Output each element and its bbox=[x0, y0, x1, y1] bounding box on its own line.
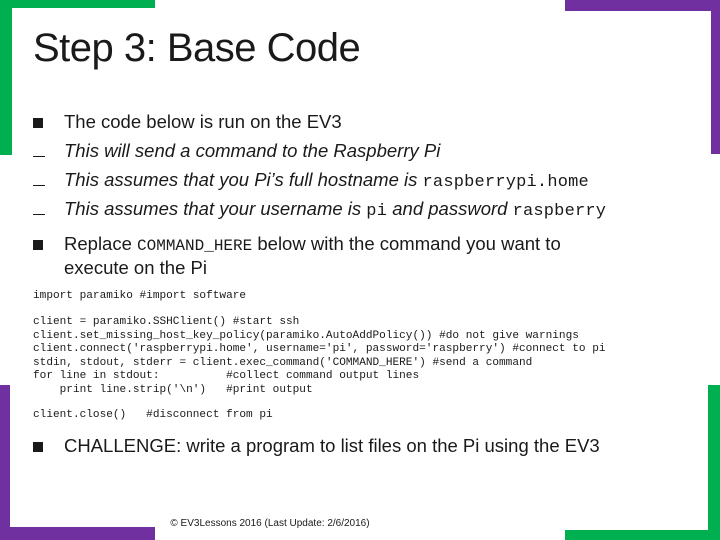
slide-title: Step 3: Base Code bbox=[33, 26, 361, 70]
corner-bottom-left-vertical bbox=[0, 385, 10, 540]
sub-bullet-prefix: This assumes that your username is bbox=[64, 198, 367, 219]
challenge-text: CHALLENGE: write a program to list files… bbox=[64, 435, 600, 456]
corner-bottom-right-horizontal bbox=[565, 530, 720, 540]
corner-top-left-vertical bbox=[0, 0, 12, 155]
replace-prefix: Replace bbox=[64, 233, 138, 254]
password-code: raspberry bbox=[512, 202, 607, 221]
square-bullet-icon bbox=[33, 435, 63, 457]
corner-top-right-horizontal bbox=[565, 0, 720, 11]
sub-bullet-text: This assumes that you Pi’s full hostname… bbox=[64, 169, 589, 194]
bullet-text: Replace COMMAND_HERE below with the comm… bbox=[64, 233, 561, 257]
dash-bullet-icon bbox=[33, 140, 63, 162]
bullet-text-line2: execute on the Pi bbox=[64, 257, 207, 278]
dash-bullet-icon bbox=[33, 169, 63, 191]
command-here-code: COMMAND_HERE bbox=[137, 237, 253, 255]
dash-bullet-icon bbox=[33, 198, 63, 220]
corner-bottom-right-vertical bbox=[708, 385, 720, 540]
code-block-main: client = paramiko.SSHClient() #start ssh… bbox=[33, 316, 606, 396]
corner-top-right-vertical bbox=[711, 0, 720, 154]
username-code: pi bbox=[366, 202, 388, 221]
sub-bullet-prefix: This assumes that you Pi’s full hostname… bbox=[64, 169, 423, 190]
sub-bullet-middle: and password bbox=[387, 198, 513, 219]
footer-copyright: © EV3Lessons 2016 (Last Update: 2/6/2016… bbox=[170, 518, 370, 529]
square-bullet-icon bbox=[33, 111, 63, 133]
hostname-code: raspberrypi.home bbox=[422, 173, 589, 192]
sub-bullet-text: This assumes that your username is pi an… bbox=[64, 198, 606, 223]
code-block-close: client.close() #disconnect from pi bbox=[33, 409, 273, 421]
code-block-import: import paramiko #import software bbox=[33, 290, 247, 302]
sub-bullet-text: This will send a command to the Raspberr… bbox=[64, 140, 441, 161]
replace-suffix: below with the command you want to bbox=[252, 233, 561, 254]
square-bullet-icon bbox=[33, 233, 63, 255]
bullet-text: The code below is run on the EV3 bbox=[64, 111, 342, 132]
corner-top-left-horizontal bbox=[0, 0, 155, 8]
